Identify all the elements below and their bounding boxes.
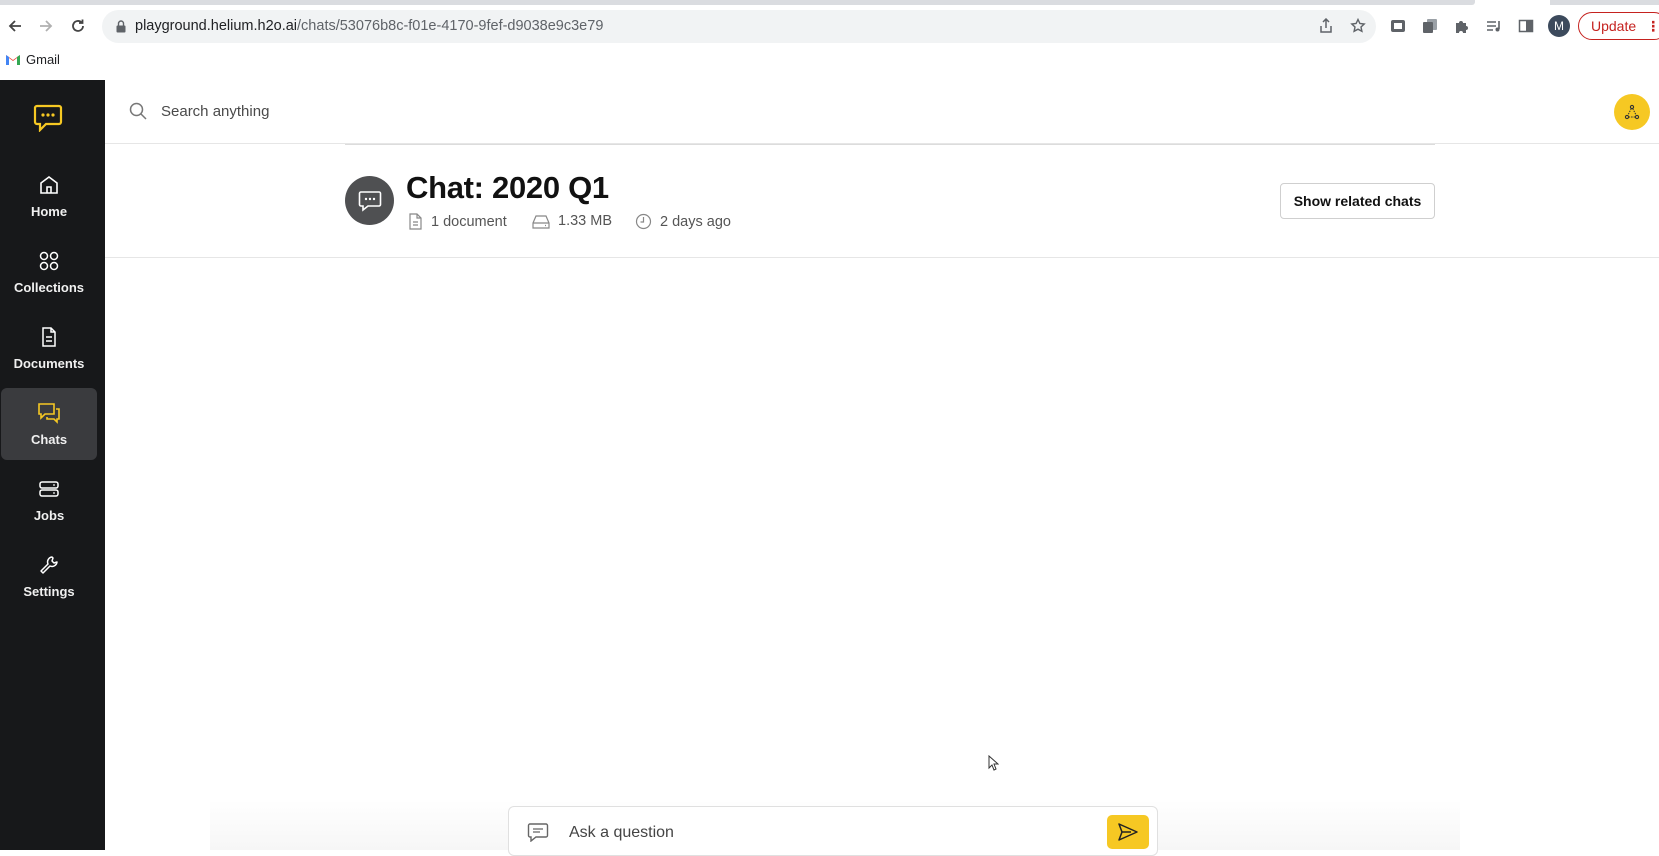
- mouse-cursor-icon: [988, 754, 1000, 776]
- question-input[interactable]: Ask a question: [569, 824, 674, 842]
- extension-copy-icon[interactable]: [1419, 15, 1441, 37]
- document-count-text: 1 document: [431, 213, 507, 230]
- document-icon: [42, 326, 56, 347]
- tab-strip: [0, 0, 1475, 5]
- reload-icon[interactable]: [66, 14, 90, 38]
- document-count: 1 document: [408, 213, 507, 230]
- jobs-icon: [39, 480, 59, 497]
- search-icon: [129, 102, 147, 125]
- sidebar-item-label: Chats: [30, 431, 68, 447]
- extension-icon[interactable]: [1387, 15, 1409, 37]
- bookmark-star-icon[interactable]: [1350, 17, 1366, 39]
- sidebar-item-chats[interactable]: Chats: [1, 388, 97, 460]
- tab-strip-right: [1550, 0, 1659, 5]
- back-icon[interactable]: [3, 14, 27, 38]
- sidebar-item-label: Settings: [23, 583, 75, 599]
- sidebar-item-documents[interactable]: Documents: [1, 312, 97, 384]
- page-title: Chat: 2020 Q1: [406, 170, 609, 205]
- media-icon[interactable]: [1483, 15, 1505, 37]
- updated-time: 2 days ago: [635, 213, 731, 230]
- collections-icon: [39, 251, 59, 270]
- file-icon: [409, 213, 422, 230]
- bookmark-label: Gmail: [26, 52, 60, 67]
- side-panel-icon[interactable]: [1515, 15, 1537, 37]
- divider: [345, 144, 1435, 145]
- app-logo-icon[interactable]: [33, 104, 63, 137]
- chat-bubble-icon: [358, 190, 381, 212]
- storage-size: 1.33 MB: [532, 213, 612, 229]
- drive-icon: [532, 214, 550, 229]
- sidebar-item-label: Collections: [13, 279, 85, 295]
- browser-toolbar: playground.helium.h2o.ai/chats/53076b8c-…: [0, 0, 1659, 80]
- clock-icon: [635, 213, 652, 230]
- bookmark-gmail[interactable]: Gmail: [6, 52, 60, 67]
- sidebar-item-home[interactable]: Home: [1, 160, 97, 232]
- sidebar-item-label: Home: [30, 203, 68, 219]
- url-text[interactable]: playground.helium.h2o.ai/chats/53076b8c-…: [135, 18, 603, 34]
- network-icon: [1624, 104, 1640, 120]
- storage-size-text: 1.33 MB: [558, 213, 612, 229]
- updated-time-text: 2 days ago: [660, 213, 731, 230]
- chat-messages-area: [105, 258, 1659, 850]
- lock-icon: [116, 20, 126, 38]
- address-bar[interactable]: playground.helium.h2o.ai/chats/53076b8c-…: [102, 10, 1376, 43]
- chats-icon: [38, 402, 60, 424]
- puzzle-icon[interactable]: [1451, 15, 1473, 37]
- send-button[interactable]: [1107, 815, 1149, 849]
- sidebar-item-collections[interactable]: Collections: [1, 236, 97, 308]
- menu-dots-icon: ⋮: [1646, 17, 1659, 34]
- share-icon[interactable]: [1318, 17, 1334, 39]
- show-related-chats-button[interactable]: Show related chats: [1280, 183, 1435, 219]
- url-path: /chats/53076b8c-f01e-4170-9fef-d9038e9c3…: [297, 18, 604, 34]
- question-composer[interactable]: Ask a question: [508, 806, 1158, 856]
- send-icon: [1118, 823, 1138, 841]
- sidebar: Home Collections Documents Chats Jobs Se…: [0, 80, 105, 850]
- sidebar-item-label: Documents: [13, 355, 85, 371]
- sidebar-item-settings[interactable]: Settings: [1, 540, 97, 612]
- sidebar-item-label: Jobs: [33, 507, 65, 523]
- top-search-bar: Search anything: [105, 80, 1659, 144]
- update-label: Update: [1591, 18, 1637, 34]
- chat-header: Chat: 2020 Q1 1 document 1.33 MB 2 days …: [105, 144, 1659, 258]
- wrench-icon: [40, 555, 58, 574]
- user-menu-button[interactable]: [1614, 94, 1650, 130]
- home-icon: [40, 175, 58, 194]
- forward-icon[interactable]: [34, 14, 58, 38]
- message-icon: [527, 822, 549, 847]
- gmail-icon: [6, 55, 20, 65]
- chat-avatar: [345, 176, 394, 225]
- profile-avatar[interactable]: M: [1548, 15, 1570, 37]
- sidebar-item-jobs[interactable]: Jobs: [1, 464, 97, 536]
- search-input[interactable]: Search anything: [161, 103, 269, 120]
- url-host: playground.helium.h2o.ai: [135, 18, 298, 34]
- update-button[interactable]: Update ⋮: [1578, 12, 1659, 40]
